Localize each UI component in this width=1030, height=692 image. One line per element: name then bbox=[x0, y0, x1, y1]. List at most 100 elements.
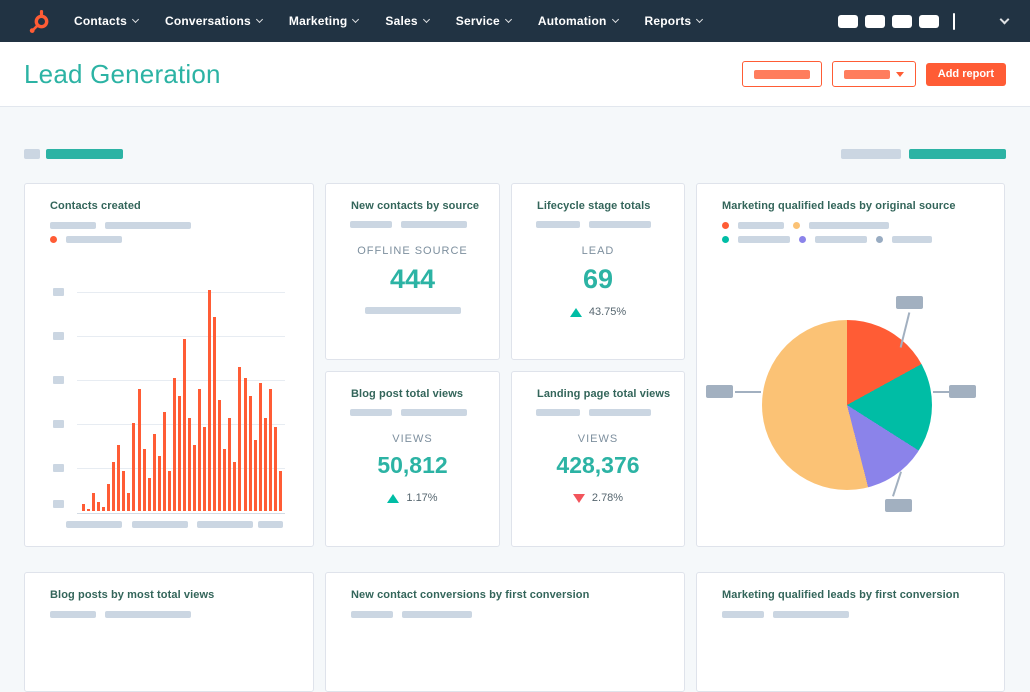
redacted-text-placeholder bbox=[892, 236, 932, 243]
hubspot-logo[interactable] bbox=[26, 8, 52, 34]
redacted-text-placeholder bbox=[105, 222, 191, 229]
bar bbox=[208, 290, 212, 511]
redacted-nav-icon[interactable] bbox=[892, 14, 912, 28]
pie-callout-label-placeholder bbox=[885, 499, 912, 512]
nav-item-label: Automation bbox=[537, 14, 607, 28]
redacted-text-placeholder bbox=[536, 409, 580, 416]
nav-item-contacts[interactable]: Contacts bbox=[74, 14, 139, 28]
card-mql-by-first-conversion: Marketing qualified leads by first conve… bbox=[696, 572, 1005, 692]
redacted-text-placeholder bbox=[722, 611, 764, 618]
bar bbox=[152, 434, 156, 511]
y-axis-label-placeholder bbox=[53, 332, 64, 340]
redacted-text-placeholder bbox=[401, 221, 467, 228]
metric-delta: 43.75% bbox=[512, 306, 684, 318]
y-axis-label-placeholder bbox=[53, 420, 64, 428]
bar bbox=[198, 389, 202, 511]
nav-divider bbox=[953, 12, 955, 30]
nav-item-conversations[interactable]: Conversations bbox=[165, 14, 263, 28]
nav-item-marketing[interactable]: Marketing bbox=[289, 14, 360, 28]
chevron-down-icon bbox=[255, 15, 263, 24]
bar bbox=[177, 396, 181, 511]
card-title: Contacts created bbox=[50, 200, 141, 212]
up-arrow-icon bbox=[569, 307, 582, 317]
delta-value: 1.17% bbox=[406, 492, 438, 504]
redacted-text-placeholder bbox=[66, 236, 122, 243]
card-landing-page-total-views: Landing page total views VIEWS 428,376 2… bbox=[511, 371, 685, 547]
bar bbox=[187, 418, 191, 511]
metric-delta: 1.17% bbox=[326, 492, 499, 504]
card-blog-post-total-views: Blog post total views VIEWS 50,812 1.17% bbox=[325, 371, 500, 547]
chart-legend bbox=[50, 222, 191, 229]
nav-item-service[interactable]: Service bbox=[455, 14, 512, 28]
pie-legend-dot bbox=[799, 236, 806, 243]
legend-dot bbox=[50, 236, 57, 243]
y-axis-label-placeholder bbox=[53, 288, 64, 296]
bar bbox=[97, 502, 101, 511]
redacted-nav-icon[interactable] bbox=[865, 14, 885, 28]
nav-right-tools bbox=[831, 12, 1014, 30]
card-new-contact-conversions: New contact conversions by first convers… bbox=[325, 572, 685, 692]
pie-callout-line bbox=[735, 391, 761, 393]
add-report-button[interactable]: Add report bbox=[925, 62, 1006, 86]
metric-label: VIEWS bbox=[577, 433, 619, 445]
chart-legend bbox=[50, 236, 122, 243]
mql-pie-chart bbox=[762, 320, 932, 490]
redacted-dropdown-button[interactable] bbox=[831, 61, 916, 87]
dashboard-filter-placeholder[interactable] bbox=[46, 149, 123, 159]
bar bbox=[112, 462, 116, 511]
redacted-text-placeholder bbox=[589, 409, 651, 416]
redacted-text-placeholder bbox=[815, 236, 867, 243]
bar bbox=[243, 378, 247, 511]
down-arrow-icon bbox=[572, 493, 585, 503]
chevron-down-icon bbox=[131, 15, 139, 24]
date-range-filter-placeholder[interactable] bbox=[909, 149, 1006, 159]
bar bbox=[263, 418, 267, 511]
card-title: Blog posts by most total views bbox=[50, 589, 215, 601]
chevron-down-icon bbox=[696, 15, 704, 24]
x-axis-label-placeholder bbox=[197, 521, 253, 528]
filter-label-placeholder bbox=[24, 149, 40, 159]
metric-delta: 2.78% bbox=[512, 492, 684, 504]
metric-label: OFFLINE SOURCE bbox=[357, 245, 468, 257]
redacted-text-placeholder bbox=[843, 69, 890, 79]
metric-value: 50,812 bbox=[377, 452, 448, 478]
nav-item-automation[interactable]: Automation bbox=[537, 14, 619, 28]
bar bbox=[147, 478, 151, 511]
bar bbox=[132, 423, 136, 511]
nav-item-label: Contacts bbox=[74, 14, 127, 28]
card-title: New contact conversions by first convers… bbox=[351, 589, 590, 601]
chart-legend bbox=[350, 221, 467, 228]
redacted-text-placeholder bbox=[50, 222, 96, 229]
bar bbox=[223, 449, 227, 511]
bar bbox=[82, 504, 85, 511]
bar bbox=[182, 339, 186, 511]
bar bbox=[127, 493, 131, 511]
bar bbox=[142, 449, 146, 511]
redacted-text-placeholder bbox=[809, 222, 889, 229]
bar bbox=[107, 484, 111, 511]
redacted-text-placeholder bbox=[402, 611, 472, 618]
nav-item-sales[interactable]: Sales bbox=[385, 14, 430, 28]
pie-legend-dot bbox=[793, 222, 800, 229]
pie-callout-label-placeholder bbox=[896, 296, 923, 309]
bar bbox=[117, 445, 121, 511]
chart-legend bbox=[350, 409, 467, 416]
redacted-action-button[interactable] bbox=[741, 61, 822, 87]
bar bbox=[273, 427, 277, 511]
redacted-nav-icon[interactable] bbox=[838, 14, 858, 28]
x-axis-label-placeholder bbox=[258, 521, 283, 528]
chart-legend bbox=[722, 236, 932, 243]
main-menu: Contacts Conversations Marketing Sales S… bbox=[74, 14, 704, 28]
redacted-nav-icon[interactable] bbox=[919, 14, 939, 28]
bar bbox=[167, 471, 171, 511]
chevron-down-icon[interactable] bbox=[999, 14, 1010, 25]
nav-item-reports[interactable]: Reports bbox=[645, 14, 704, 28]
metric-value: 69 bbox=[582, 264, 614, 294]
bar bbox=[157, 456, 161, 511]
pie-callout-line bbox=[933, 391, 949, 393]
contacts-created-bars bbox=[82, 290, 282, 511]
card-blog-posts-by-most-total-views: Blog posts by most total views bbox=[24, 572, 314, 692]
redacted-text-placeholder bbox=[364, 307, 461, 314]
bar bbox=[87, 509, 91, 511]
nav-item-label: Service bbox=[455, 14, 500, 28]
